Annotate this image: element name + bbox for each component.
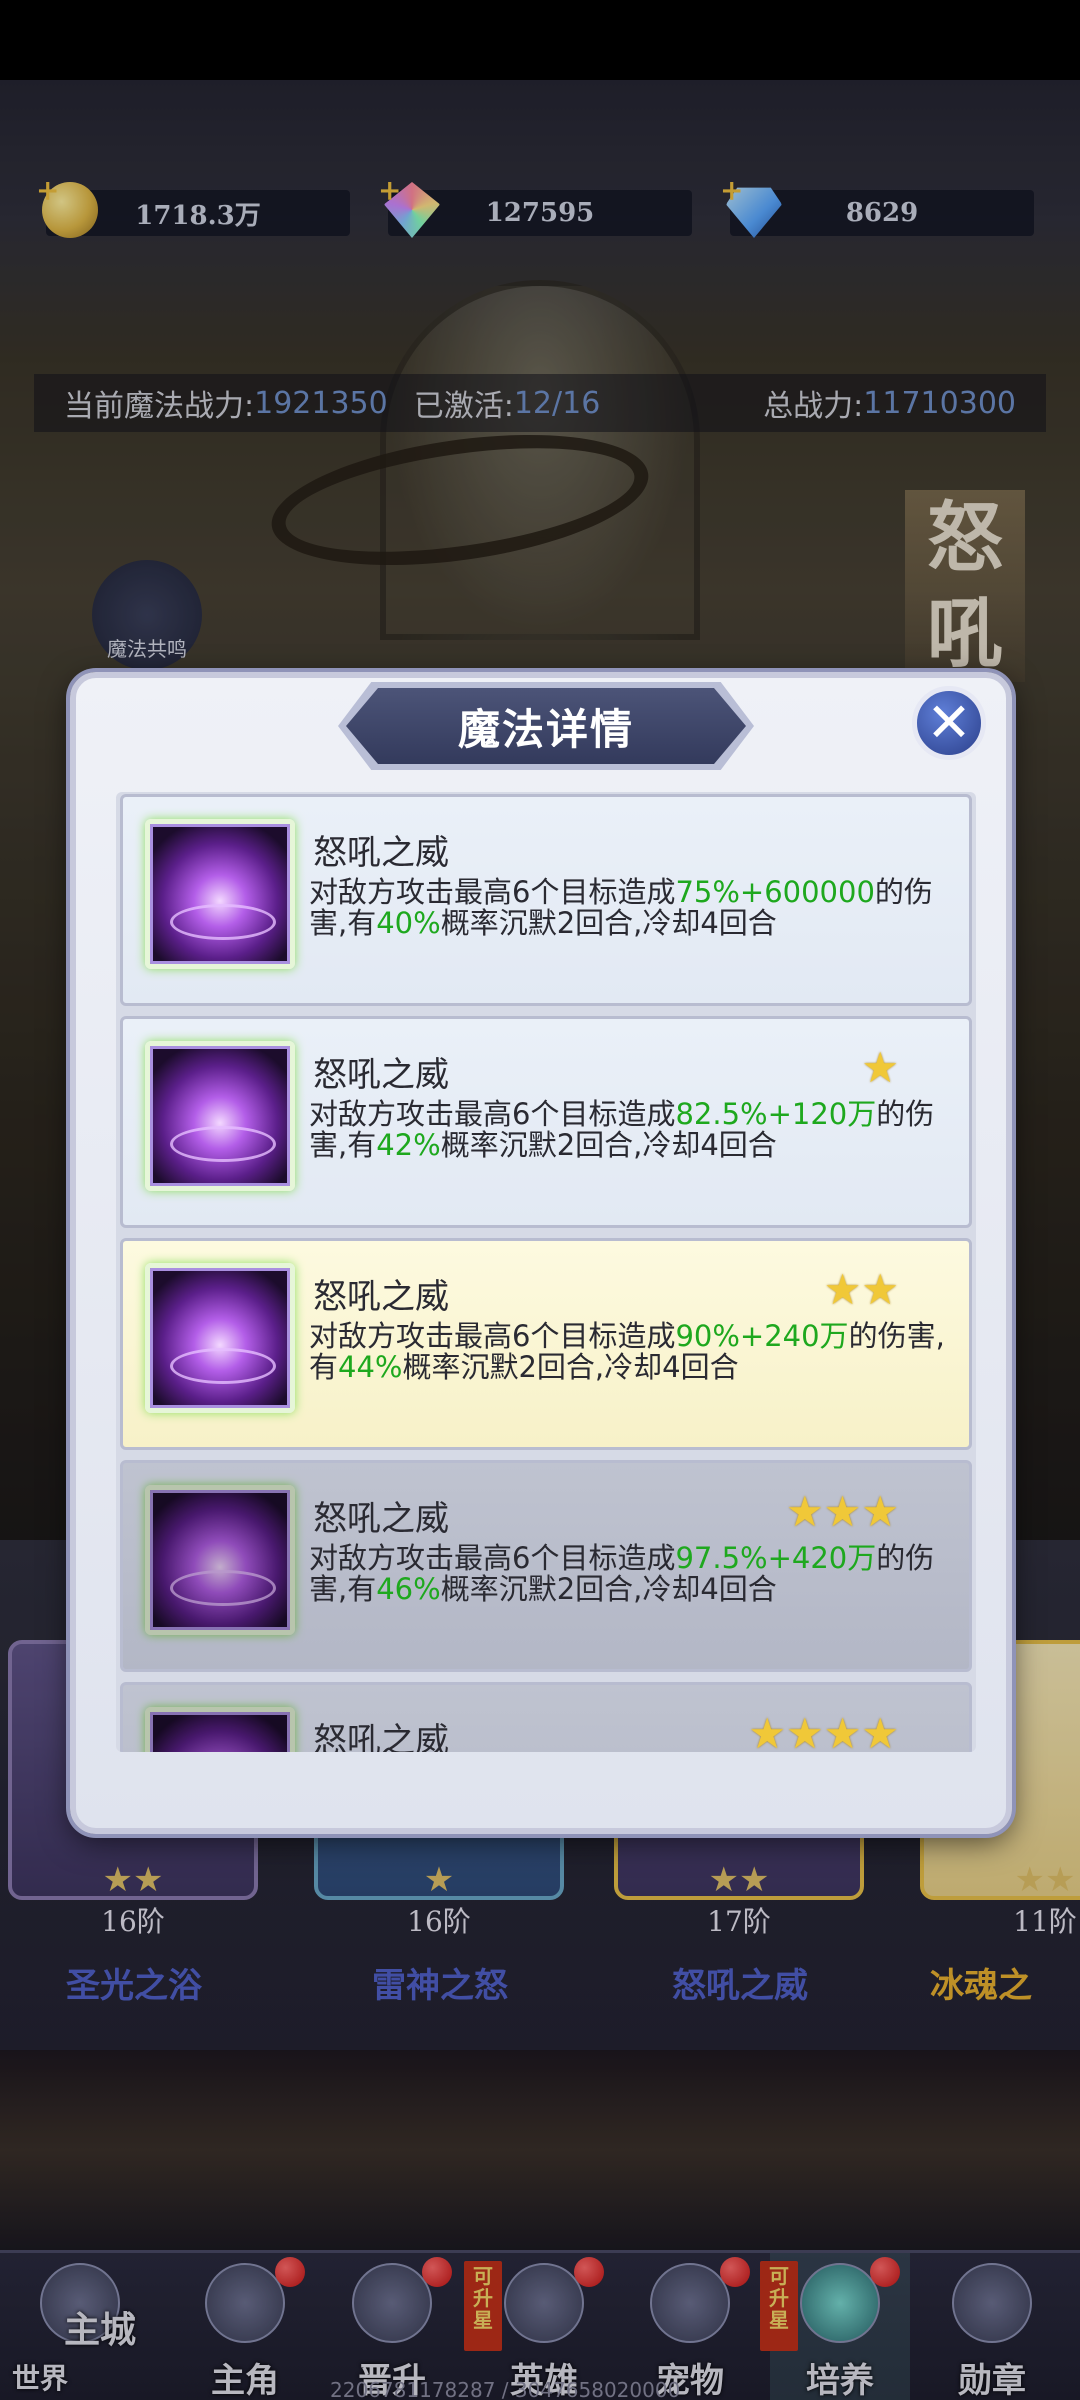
skill-description: 对敌方攻击最高6个目标造成90%+240万的伤害,有44%概率沉默2回合,冷却4… [309, 1319, 945, 1384]
skill-name: 怒吼之威 [313, 1721, 449, 1752]
skill-row-locked: 怒吼之威 ★★★★ [120, 1682, 972, 1752]
skill-name: 怒吼之威 [313, 1277, 449, 1317]
purple-magic-icon [145, 1263, 295, 1413]
skill-description: 对敌方攻击最高6个目标造成82.5%+120万的伤害,有42%概率沉默2回合,冷… [309, 1097, 935, 1162]
purple-magic-icon [145, 1485, 295, 1635]
magic-detail-modal: 魔法详情 ✕ 怒吼之威 对敌方攻击最高6个目标造成75%+600000的伤害,有… [70, 672, 1012, 1834]
close-button[interactable]: ✕ [912, 686, 986, 760]
skill-row-locked: 怒吼之威 ★★★ 对敌方攻击最高6个目标造成97.5%+420万的伤害,有46%… [120, 1460, 972, 1672]
purple-magic-icon [145, 819, 295, 969]
skill-row: 怒吼之威 ★ 对敌方攻击最高6个目标造成82.5%+120万的伤害,有42%概率… [120, 1016, 972, 1228]
skill-row-current: 怒吼之威 ★★ 对敌方攻击最高6个目标造成90%+240万的伤害,有44%概率沉… [120, 1238, 972, 1450]
purple-magic-icon [145, 1707, 295, 1752]
star-rating: ★★★ [786, 1487, 899, 1536]
star-rating: ★★★★ [748, 1709, 899, 1752]
close-icon: ✕ [926, 691, 972, 754]
star-rating: ★ [861, 1043, 899, 1092]
skill-description: 对敌方攻击最高6个目标造成75%+600000的伤害,有40%概率沉默2回合,冷… [309, 875, 933, 940]
star-rating: ★★ [823, 1265, 899, 1314]
modal-title: 魔法详情 [346, 688, 746, 764]
purple-magic-icon [145, 1041, 295, 1191]
skill-description: 对敌方攻击最高6个目标造成97.5%+420万的伤害,有46%概率沉默2回合,冷… [309, 1541, 935, 1606]
skill-name: 怒吼之威 [313, 1499, 449, 1539]
skill-row: 怒吼之威 对敌方攻击最高6个目标造成75%+600000的伤害,有40%概率沉默… [120, 794, 972, 1006]
skill-name: 怒吼之威 [313, 833, 449, 873]
skill-name: 怒吼之威 [313, 1055, 449, 1095]
skill-list[interactable]: 怒吼之威 对敌方攻击最高6个目标造成75%+600000的伤害,有40%概率沉默… [116, 792, 976, 1752]
